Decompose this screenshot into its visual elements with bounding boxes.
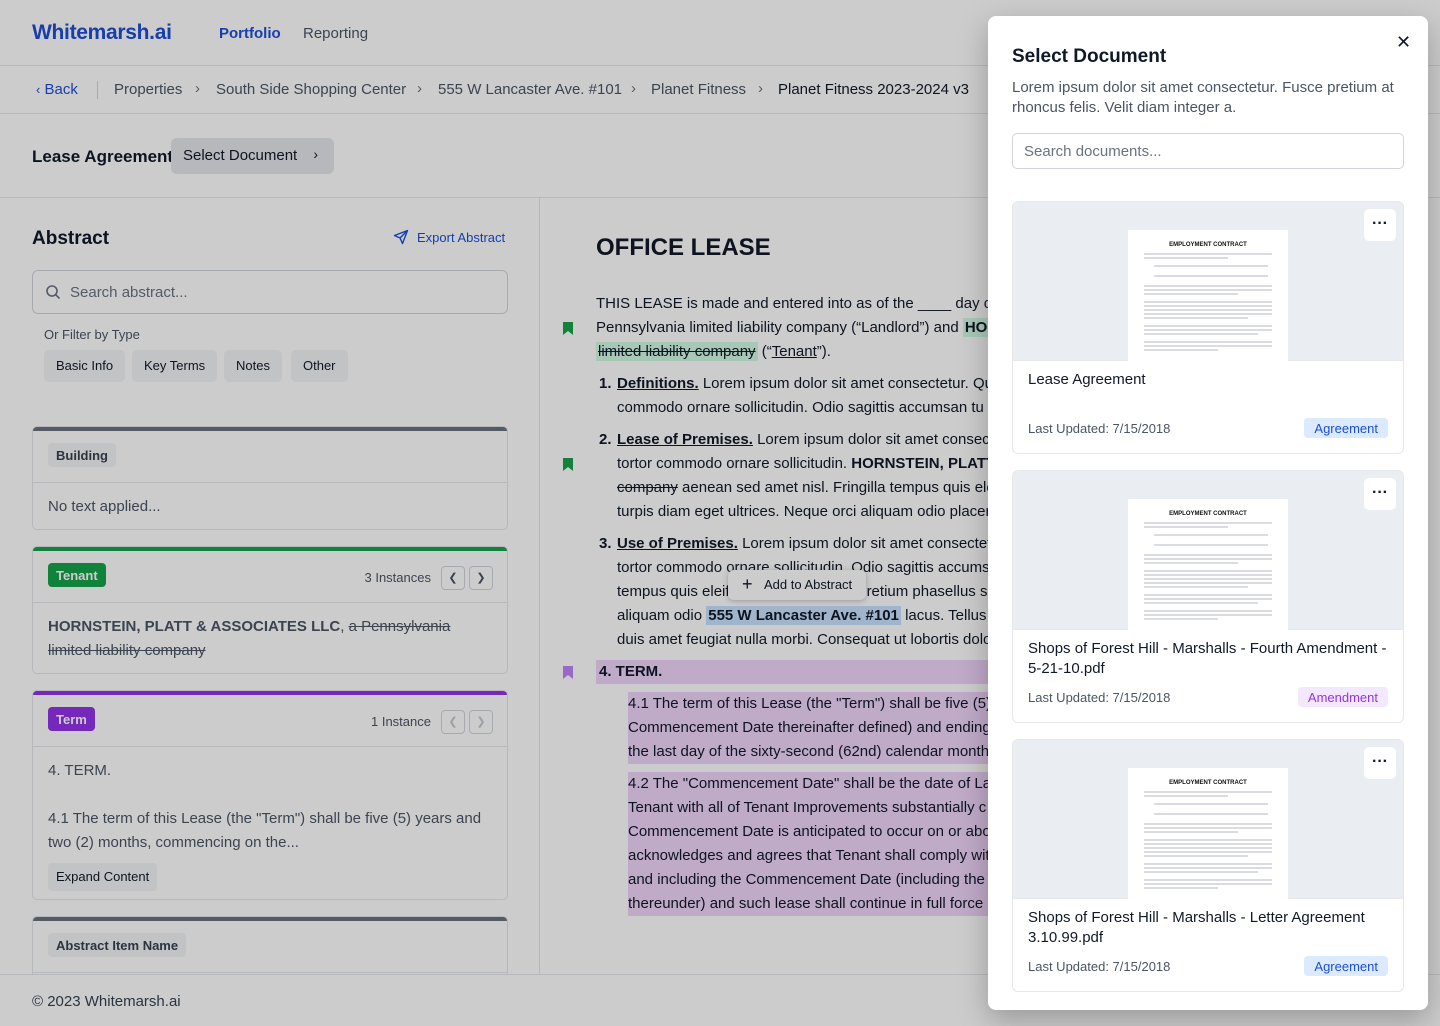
document-card[interactable]: EMPLOYMENT CONTRACT ··· Shops of Forest …	[1012, 470, 1404, 723]
drawer-title: Select Document	[1012, 46, 1167, 67]
document-thumbnail: EMPLOYMENT CONTRACT ···	[1013, 471, 1403, 630]
preview-heading: EMPLOYMENT CONTRACT	[1169, 780, 1247, 786]
more-options-button[interactable]: ···	[1364, 209, 1396, 241]
more-options-button[interactable]: ···	[1364, 747, 1396, 779]
preview-text-lines	[1144, 522, 1272, 620]
document-thumbnail: EMPLOYMENT CONTRACT ···	[1013, 740, 1403, 899]
document-title: Shops of Forest Hill - Marshalls - Lette…	[1028, 909, 1365, 946]
document-type-badge: Agreement	[1304, 418, 1388, 438]
preview-heading: EMPLOYMENT CONTRACT	[1169, 242, 1247, 248]
select-document-drawer: Select Document ✕ Lorem ipsum dolor sit …	[988, 16, 1428, 1010]
document-updated: Last Updated: 7/15/2018	[1028, 959, 1171, 974]
ellipsis-icon: ···	[1372, 215, 1388, 232]
preview-text-lines	[1144, 253, 1272, 351]
document-card[interactable]: EMPLOYMENT CONTRACT ··· Lease Agreement …	[1012, 201, 1404, 454]
ellipsis-icon: ···	[1372, 753, 1388, 770]
document-card[interactable]: EMPLOYMENT CONTRACT ··· Shops of Forest …	[1012, 739, 1404, 992]
document-updated: Last Updated: 7/15/2018	[1028, 421, 1171, 436]
document-thumbnail: EMPLOYMENT CONTRACT ···	[1013, 202, 1403, 361]
drawer-description: Lorem ipsum dolor sit amet consectetur. …	[1012, 79, 1394, 116]
document-preview-page: EMPLOYMENT CONTRACT	[1128, 230, 1288, 361]
more-options-button[interactable]: ···	[1364, 478, 1396, 510]
document-type-badge: Agreement	[1304, 956, 1388, 976]
document-search-placeholder: Search documents...	[1024, 143, 1162, 160]
document-updated: Last Updated: 7/15/2018	[1028, 690, 1171, 705]
preview-heading: EMPLOYMENT CONTRACT	[1169, 511, 1247, 517]
document-preview-page: EMPLOYMENT CONTRACT	[1128, 499, 1288, 630]
preview-text-lines	[1144, 791, 1272, 889]
document-preview-page: EMPLOYMENT CONTRACT	[1128, 768, 1288, 899]
document-title: Lease Agreement	[1028, 371, 1146, 388]
document-title: Shops of Forest Hill - Marshalls - Fourt…	[1028, 640, 1387, 677]
document-type-badge: Amendment	[1297, 687, 1388, 707]
document-search-input[interactable]: Search documents...	[1012, 133, 1404, 169]
close-icon[interactable]: ✕	[1396, 32, 1411, 53]
ellipsis-icon: ···	[1372, 484, 1388, 501]
